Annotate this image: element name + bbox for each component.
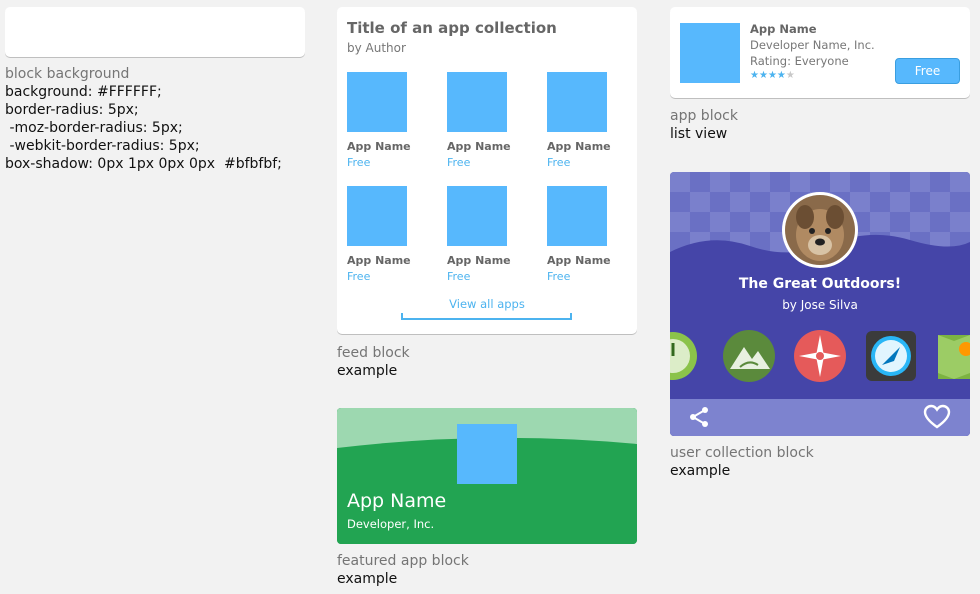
view-all-apps-link[interactable]: View all apps <box>337 297 637 311</box>
app-grid-item[interactable]: App Name Free <box>547 72 617 169</box>
caption-title: app block <box>670 108 738 124</box>
block-background-caption: block background <box>5 65 129 83</box>
app-grid-item[interactable]: App Name Free <box>347 186 417 283</box>
feed-block: Title of an app collection by Author App… <box>337 7 637 334</box>
collection-author: by Author <box>347 41 406 55</box>
navigation-compass-icon[interactable] <box>864 329 918 383</box>
app-thumbnail <box>547 186 607 246</box>
featured-app-developer: Developer, Inc. <box>347 517 435 531</box>
app-price: Free <box>347 156 371 169</box>
caption-subtitle: example <box>337 571 398 587</box>
share-icon[interactable] <box>688 406 710 428</box>
collection-action-bar <box>670 399 970 436</box>
app-rating-text: Rating: Everyone <box>750 54 849 68</box>
app-thumbnail <box>347 72 407 132</box>
app-price: Free <box>547 156 571 169</box>
app-developer: Developer Name, Inc. <box>750 38 875 52</box>
caption-subtitle: example <box>670 463 731 479</box>
css-line: -moz-border-radius: 5px; <box>5 120 183 136</box>
star-filled-icon: ★ <box>750 70 759 81</box>
app-name: App Name <box>447 254 511 267</box>
app-block-caption: app block list view <box>670 107 738 143</box>
app-grid-item[interactable]: App Name Free <box>447 72 517 169</box>
collection-title: Title of an app collection <box>347 19 557 37</box>
app-thumbnail <box>347 186 407 246</box>
app-price: Free <box>447 156 471 169</box>
star-filled-icon: ★ <box>758 70 768 81</box>
app-name: App Name <box>447 140 511 153</box>
free-install-button[interactable]: Free <box>895 58 960 84</box>
app-price: Free <box>447 270 471 283</box>
app-grid-item[interactable]: App Name Free <box>547 186 617 283</box>
app-thumbnail <box>547 72 607 132</box>
app-block-list-view[interactable]: App Name Developer Name, Inc. Rating: Ev… <box>670 7 970 98</box>
featured-app-thumbnail <box>457 424 517 484</box>
app-grid-item[interactable]: App Name Free <box>347 72 417 169</box>
css-spec-lines: background: #FFFFFF; border-radius: 5px;… <box>5 83 282 173</box>
user-collection-caption: user collection block example <box>670 444 814 480</box>
css-line: -webkit-border-radius: 5px; <box>5 138 200 154</box>
css-line: background: #FFFFFF; <box>5 84 162 100</box>
app-grid-item[interactable]: App Name Free <box>447 186 517 283</box>
star-filled-icon: ★ <box>767 70 777 81</box>
css-line: box-shadow: 0px 1px 0px 0px #bfbfbf; <box>5 156 282 172</box>
heart-favorite-icon[interactable] <box>923 404 951 430</box>
block-background-sample <box>5 7 305 57</box>
app-name: App Name <box>347 254 411 267</box>
app-thumbnail <box>447 72 507 132</box>
caption-subtitle: list view <box>670 126 728 142</box>
featured-app-block[interactable]: App Name Developer, Inc. <box>337 408 637 544</box>
user-collection-block[interactable]: The Great Outdoors! by Jose Silva <box>670 172 970 436</box>
app-price: Free <box>347 270 371 283</box>
css-line: border-radius: 5px; <box>5 102 139 118</box>
app-thumbnail <box>447 186 507 246</box>
caption-title: block background <box>5 66 130 82</box>
collection-apps-row <box>670 329 970 383</box>
caption-title: feed block <box>337 345 410 361</box>
collection-author: by Jose Silva <box>782 298 858 312</box>
featured-app-caption: featured app block example <box>337 552 469 588</box>
feed-block-caption: feed block example <box>337 344 410 380</box>
app-name: App Name <box>547 254 611 267</box>
caption-title: featured app block <box>337 553 469 569</box>
app-thumbnail <box>680 23 740 83</box>
caption-subtitle: example <box>337 363 398 379</box>
view-all-underline <box>401 313 572 320</box>
star-empty-icon: ★ <box>785 70 795 81</box>
collection-title: The Great Outdoors! <box>738 276 902 292</box>
map-pin-icon[interactable] <box>936 329 970 383</box>
app-price: Free <box>547 270 571 283</box>
app-name: App Name <box>547 140 611 153</box>
app-name: App Name <box>347 140 411 153</box>
dog-avatar-icon <box>785 195 855 265</box>
star-filled-icon: ★ <box>776 70 786 81</box>
app-name: App Name <box>750 22 817 36</box>
compass-rose-icon[interactable] <box>793 329 847 383</box>
caption-title: user collection block <box>670 445 814 461</box>
collection-author-avatar <box>782 192 858 268</box>
star-rating: ★★★★★ <box>750 70 795 82</box>
stopwatch-icon[interactable] <box>670 329 700 383</box>
mountain-trail-icon[interactable] <box>722 329 776 383</box>
featured-app-name: App Name <box>347 490 447 512</box>
